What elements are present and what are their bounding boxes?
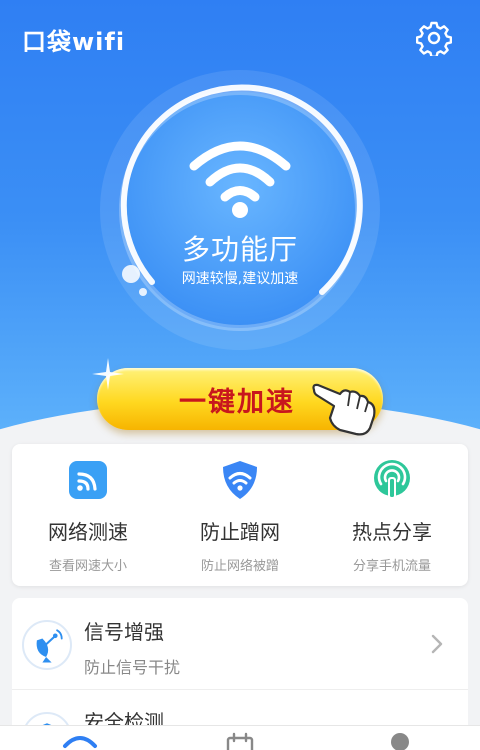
- list-item-subtitle: 防止信号干扰: [84, 658, 181, 677]
- network-name: 多功能厅: [181, 233, 298, 266]
- speed-hint: 网速较慢,建议加速: [181, 271, 299, 287]
- feature-subtitle: 分享手机流量: [352, 559, 431, 574]
- gear-icon[interactable]: [416, 20, 452, 56]
- sparkle-icon: [92, 358, 124, 390]
- profile-tab-icon[interactable]: [388, 732, 412, 750]
- wifi-icon: [189, 141, 291, 218]
- feature-speedtest[interactable]: 网络测速 查看网速大小: [12, 444, 164, 586]
- hotspot-icon: [374, 460, 410, 499]
- speedtest-icon: [69, 461, 107, 499]
- feature-title: 热点分享: [352, 520, 432, 544]
- ring-dot-small: [139, 288, 147, 296]
- chevron-right-icon: [431, 634, 443, 654]
- satellite-dish-icon: [22, 620, 72, 670]
- list-item-title: 信号增强: [84, 620, 164, 644]
- feature-hotspot[interactable]: 热点分享 分享手机流量: [316, 444, 468, 586]
- pointing-hand-icon: [312, 383, 376, 436]
- list-item-signal-boost[interactable]: 信号增强 防止信号干扰: [12, 598, 468, 690]
- app-title: 口袋wifi: [22, 28, 126, 56]
- ring-dot-large: [122, 265, 140, 283]
- feature-subtitle: 防止网络被蹭: [200, 559, 279, 574]
- boost-button-label: 一键加速: [179, 386, 295, 418]
- wifi-tab-icon[interactable]: [62, 732, 98, 750]
- bottom-tab-bar: [0, 725, 480, 750]
- feature-subtitle: 查看网速大小: [48, 559, 127, 574]
- feature-anti-leech[interactable]: 防止蹭网 防止网络被蹭: [164, 444, 316, 586]
- feature-card: 网络测速 查看网速大小 防止蹭网 防止网络被蹭 热点分享 分享手机流量: [12, 444, 468, 586]
- calendar-tab-icon[interactable]: [226, 732, 254, 750]
- feature-title: 网络测速: [48, 520, 128, 544]
- shield-wifi-icon: [223, 461, 257, 499]
- feature-title: 防止蹭网: [200, 520, 280, 544]
